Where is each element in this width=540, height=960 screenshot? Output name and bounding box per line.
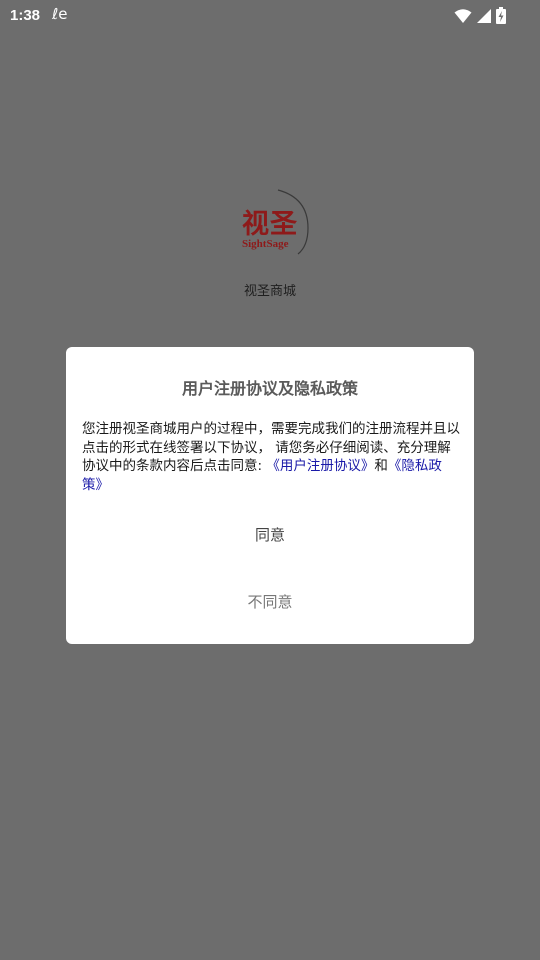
status-icons <box>454 7 506 24</box>
sim-indicator: ℓe <box>52 5 68 23</box>
dialog-title: 用户注册协议及隐私政策 <box>181 379 358 398</box>
agree-button[interactable]: 同意 <box>66 524 474 545</box>
app-logo: 视圣 SightSage <box>230 188 312 256</box>
logo-subtext: SightSage <box>242 238 289 250</box>
wifi-icon <box>454 8 472 23</box>
dialog-body: 您注册视圣商城用户的过程中，需要完成我们的注册流程并且以点击的形式在线签署以下协… <box>82 420 460 494</box>
disagree-button[interactable]: 不同意 <box>66 591 474 612</box>
status-bar: 1:38 ℓe <box>0 0 540 32</box>
user-agreement-link[interactable]: 《用户注册协议》 <box>266 458 374 474</box>
battery-charging-icon <box>496 7 506 24</box>
app-name: 视圣商城 <box>243 284 296 299</box>
signal-icon <box>477 8 491 23</box>
conjunction-text: 和 <box>374 458 388 474</box>
logo-text: 视圣 <box>242 209 298 240</box>
agreement-dialog: 用户注册协议及隐私政策 您注册视圣商城用户的过程中，需要完成我们的注册流程并且以… <box>66 347 474 644</box>
status-time: 1:38 <box>10 7 41 24</box>
